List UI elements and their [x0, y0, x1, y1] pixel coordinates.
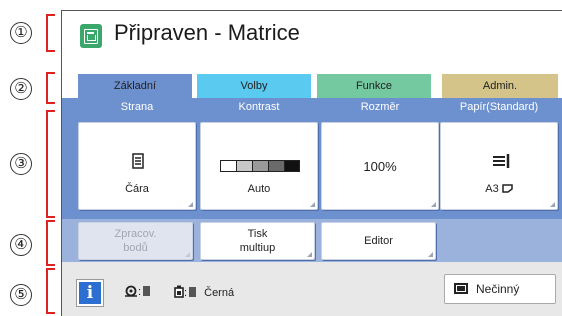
callout-bracket: [46, 268, 55, 314]
stencil-master-icon: [80, 24, 102, 48]
callout-2: ②: [10, 72, 55, 104]
column-header-rozmer: Rozměr: [360, 101, 400, 113]
info-button[interactable]: i: [77, 280, 103, 306]
rozmer-value: 100%: [363, 159, 397, 174]
contrast-scale-icon: [220, 160, 300, 172]
idle-button[interactable]: Nečinný: [444, 274, 556, 304]
callout-3: ③: [10, 110, 55, 218]
status-header: Připraven - Matrice: [62, 11, 562, 63]
callout-5: ⑤: [10, 268, 55, 314]
strana-value: Čára: [125, 183, 149, 195]
zpracovani-bodu-line2: bodů: [123, 242, 148, 254]
page-title: Připraven - Matrice: [114, 20, 300, 45]
papir-value: A3: [441, 183, 557, 195]
papir-size: A3: [485, 183, 499, 195]
strana-button[interactable]: Čára: [78, 122, 196, 210]
drum-status: :: [124, 285, 151, 298]
drum-icon: [125, 285, 137, 297]
column-header-papir: Papír(Standard): [459, 101, 539, 113]
document-icon: [132, 153, 144, 169]
tisk-multiup-line2: multiup: [239, 242, 276, 254]
callout-bracket: [46, 72, 55, 104]
callout-bracket: [46, 110, 55, 218]
status-bar: i : : Černá Nečinný: [62, 262, 562, 316]
ink-color: Černá: [204, 287, 235, 299]
tab-volby[interactable]: Volby: [197, 74, 311, 98]
ink-indicator: [189, 287, 197, 297]
callout-number: ②: [10, 78, 32, 100]
callout-number: ③: [10, 153, 32, 175]
ink-status: : Černá: [174, 285, 234, 299]
tab-funkce[interactable]: Funkce: [317, 74, 431, 98]
drum-indicator: [143, 286, 151, 296]
editor-label: Editor: [364, 235, 393, 247]
callout-bracket: [46, 220, 55, 266]
rozmer-button[interactable]: 100%: [321, 122, 439, 210]
column-header-kontrast: Kontrast: [238, 101, 280, 113]
ink-cartridge-icon: [174, 285, 184, 298]
tab-admin[interactable]: Admin.: [442, 74, 558, 98]
callout-number: ④: [10, 234, 32, 256]
callout-1: ①: [10, 14, 55, 52]
callout-number: ①: [10, 22, 32, 44]
tisk-multiup-line1: Tisk: [247, 228, 268, 240]
tisk-multiup-button[interactable]: Tisk multiup: [200, 222, 315, 260]
zpracovani-bodu-line1: Zpracov.: [114, 228, 157, 240]
column-header-strana: Strana: [120, 101, 154, 113]
idle-label: Nečinný: [476, 282, 520, 296]
monitor-icon: [454, 283, 468, 294]
function-row: Zpracov. bodů Tisk multiup Editor: [62, 219, 562, 262]
callout-4: ④: [10, 220, 55, 266]
kontrast-value: Auto: [247, 183, 271, 195]
callout-number: ⑤: [10, 284, 32, 306]
tab-zakladni[interactable]: Základní: [78, 74, 192, 98]
tab-bar: Základní Volby Funkce Admin.: [62, 74, 562, 98]
paper-tray-icon: [493, 154, 510, 168]
editor-button[interactable]: Editor: [321, 222, 436, 260]
papir-button[interactable]: A3: [440, 122, 558, 210]
control-panel: Připraven - Matrice Základní Volby Funkc…: [61, 10, 562, 316]
zpracovani-bodu-button[interactable]: Zpracov. bodů: [78, 222, 193, 260]
kontrast-button[interactable]: Auto: [200, 122, 318, 210]
callout-bracket: [46, 14, 55, 52]
paper-orientation-icon: [502, 184, 513, 193]
